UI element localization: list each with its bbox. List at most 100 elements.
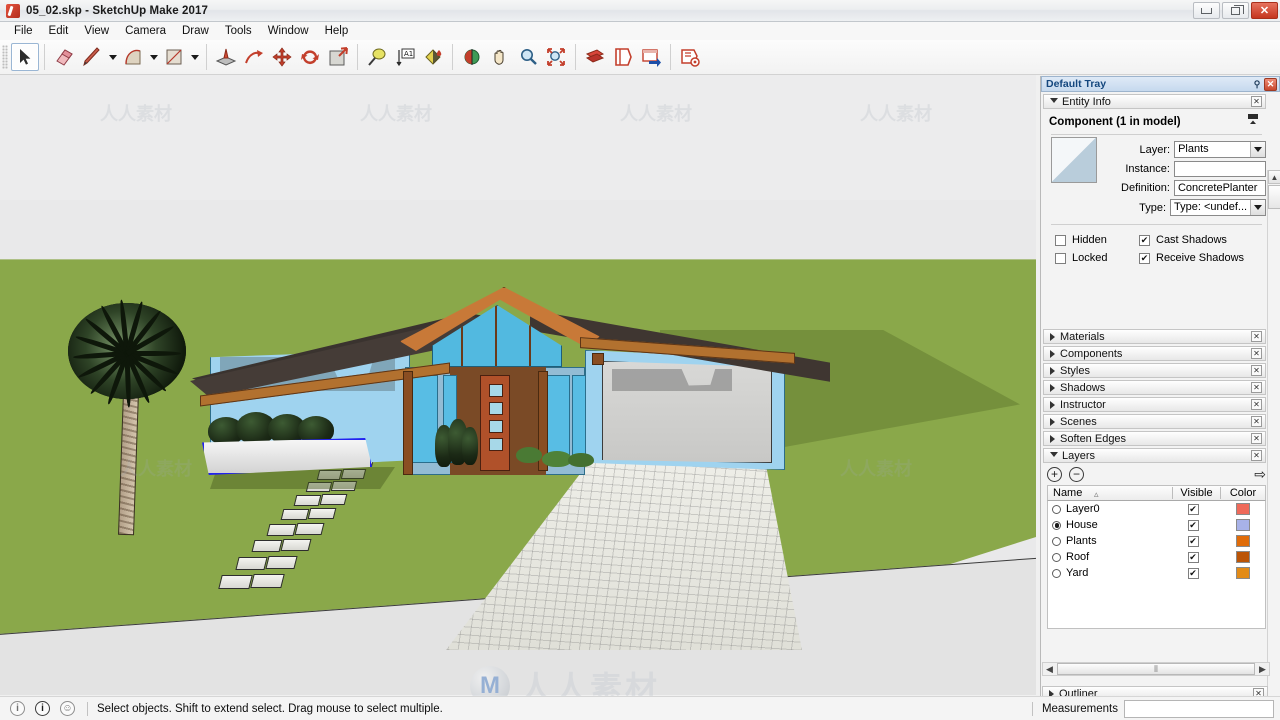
hscroll-left-arrow[interactable]: ◀ xyxy=(1043,664,1056,675)
dimension-tool[interactable]: A1 xyxy=(391,43,419,71)
panel-shadows[interactable]: Shadows ✕ xyxy=(1043,380,1266,395)
cast-shadows-checkbox-box[interactable]: ✔ xyxy=(1139,234,1150,246)
previous-view-button[interactable] xyxy=(581,43,609,71)
layer-color-swatch[interactable] xyxy=(1235,535,1250,547)
arc-tool[interactable] xyxy=(119,43,147,71)
hscroll-right-arrow[interactable]: ▶ xyxy=(1256,664,1269,675)
eraser-tool[interactable] xyxy=(50,43,78,71)
minimize-button[interactable] xyxy=(1193,2,1220,19)
followme-tool[interactable] xyxy=(240,43,268,71)
panel-shadows-close[interactable]: ✕ xyxy=(1251,382,1262,393)
menu-file[interactable]: File xyxy=(6,23,41,39)
menu-draw[interactable]: Draw xyxy=(174,23,217,39)
chevron-down-icon[interactable] xyxy=(1250,200,1265,215)
layer-color-swatch[interactable] xyxy=(1235,519,1250,531)
checkbox-locked[interactable]: Locked xyxy=(1055,249,1139,267)
panel-components-close[interactable]: ✕ xyxy=(1251,348,1262,359)
chevron-down-icon[interactable] xyxy=(1250,142,1265,157)
scale-tool[interactable] xyxy=(324,43,352,71)
layer-visible-checkbox[interactable]: ✔ xyxy=(1187,519,1199,531)
layer-row-layer0[interactable]: Layer0 ✔ xyxy=(1048,501,1265,517)
paint-bucket-tool[interactable] xyxy=(419,43,447,71)
menu-edit[interactable]: Edit xyxy=(41,23,77,39)
orbit-tool[interactable] xyxy=(458,43,486,71)
layer-visible-checkbox[interactable]: ✔ xyxy=(1187,535,1199,547)
toolbar-grip[interactable] xyxy=(2,45,8,69)
zoom-extents-tool[interactable] xyxy=(542,43,570,71)
layers-hscrollbar[interactable]: ◀ ⦀ ▶ xyxy=(1042,662,1270,676)
info-circle-icon[interactable]: i xyxy=(10,701,25,716)
add-layer-button[interactable]: + xyxy=(1047,466,1062,482)
panel-layers[interactable]: Layers ✕ xyxy=(1043,448,1266,463)
pin-icon[interactable]: ⚲ xyxy=(1250,78,1264,91)
menu-help[interactable]: Help xyxy=(317,23,357,39)
panel-styles[interactable]: Styles ✕ xyxy=(1043,363,1266,378)
move-tool[interactable] xyxy=(268,43,296,71)
locked-checkbox-box[interactable] xyxy=(1055,252,1066,264)
panel-soften-edges-close[interactable]: ✕ xyxy=(1251,433,1262,444)
panel-entity-info[interactable]: Entity Info ✕ xyxy=(1043,94,1266,109)
line-tool-dropdown[interactable] xyxy=(106,43,119,71)
layer-radio[interactable] xyxy=(1052,504,1061,514)
layer-color-swatch[interactable] xyxy=(1235,503,1250,515)
layer-combo[interactable]: Plants xyxy=(1174,141,1266,158)
model-info-button[interactable] xyxy=(676,43,704,71)
panel-styles-close[interactable]: ✕ xyxy=(1251,365,1262,376)
panel-entity-info-close[interactable]: ✕ xyxy=(1251,96,1262,107)
layers-col-color[interactable]: Color xyxy=(1220,487,1265,499)
layer-row-plants[interactable]: Plants ✔ xyxy=(1048,533,1265,549)
hidden-checkbox-box[interactable] xyxy=(1055,234,1066,246)
panel-materials-close[interactable]: ✕ xyxy=(1251,331,1262,342)
rectangle-tool[interactable] xyxy=(160,43,188,71)
person-circle-icon[interactable]: ☺ xyxy=(60,701,75,716)
layer-radio[interactable] xyxy=(1052,520,1061,530)
panel-scenes-close[interactable]: ✕ xyxy=(1251,416,1262,427)
menu-tools[interactable]: Tools xyxy=(217,23,260,39)
layer-radio[interactable] xyxy=(1052,552,1061,562)
receive-shadows-checkbox-box[interactable]: ✔ xyxy=(1139,252,1150,264)
scroll-up-arrow[interactable]: ▲ xyxy=(1268,170,1280,184)
layer-row-house[interactable]: House ✔ xyxy=(1048,517,1265,533)
layers-list[interactable]: Layer0 ✔ House ✔ Plants ✔ Roof ✔ Yard ✔ xyxy=(1047,501,1266,629)
panel-instructor[interactable]: Instructor ✕ xyxy=(1043,397,1266,412)
arc-tool-dropdown[interactable] xyxy=(147,43,160,71)
menu-camera[interactable]: Camera xyxy=(117,23,174,39)
layers-col-visible[interactable]: Visible xyxy=(1172,487,1220,499)
maximize-button[interactable] xyxy=(1222,2,1249,19)
tray-close-button[interactable]: ✕ xyxy=(1264,77,1277,91)
layer-color-swatch[interactable] xyxy=(1235,567,1250,579)
panel-instructor-close[interactable]: ✕ xyxy=(1251,399,1262,410)
panel-soften-edges[interactable]: Soften Edges ✕ xyxy=(1043,431,1266,446)
pan-tool[interactable] xyxy=(486,43,514,71)
layer-visible-checkbox[interactable]: ✔ xyxy=(1187,567,1199,579)
panel-layers-close[interactable]: ✕ xyxy=(1251,450,1262,461)
layer-radio[interactable] xyxy=(1052,568,1061,578)
scroll-thumb[interactable] xyxy=(1268,185,1280,209)
add-scene-button[interactable] xyxy=(637,43,665,71)
rotate-tool[interactable] xyxy=(296,43,324,71)
layer-radio[interactable] xyxy=(1052,536,1061,546)
pushpull-tool[interactable] xyxy=(212,43,240,71)
remove-layer-button[interactable]: − xyxy=(1069,466,1084,482)
select-tool[interactable] xyxy=(11,43,39,71)
menu-window[interactable]: Window xyxy=(260,23,317,39)
layer-row-yard[interactable]: Yard ✔ xyxy=(1048,565,1265,581)
tray-scrollbar[interactable]: ▲ ▼ xyxy=(1267,170,1280,720)
panel-scenes[interactable]: Scenes ✕ xyxy=(1043,414,1266,429)
expand-details-icon[interactable] xyxy=(1246,112,1260,126)
panel-components[interactable]: Components ✕ xyxy=(1043,346,1266,361)
model-viewport[interactable]: 人人素材 人人素材 人人素材 人人素材 人人素材 人人素材 xyxy=(0,75,1036,695)
checkbox-cast-shadows[interactable]: ✔ Cast Shadows xyxy=(1139,231,1244,249)
type-combo[interactable]: Type: <undef... xyxy=(1170,199,1266,216)
checkbox-receive-shadows[interactable]: ✔ Receive Shadows xyxy=(1139,249,1244,267)
instance-input[interactable] xyxy=(1173,161,1266,177)
layer-color-swatch[interactable] xyxy=(1235,551,1250,563)
layer-visible-checkbox[interactable]: ✔ xyxy=(1187,503,1199,515)
layer-details-arrow-icon[interactable]: ⇨ xyxy=(1254,466,1266,483)
zoom-tool[interactable] xyxy=(514,43,542,71)
layer-visible-checkbox[interactable]: ✔ xyxy=(1187,551,1199,563)
definition-input[interactable]: ConcretePlanter xyxy=(1173,180,1266,196)
checkbox-hidden[interactable]: Hidden xyxy=(1055,231,1139,249)
panel-materials[interactable]: Materials ✕ xyxy=(1043,329,1266,344)
close-button[interactable]: ✕ xyxy=(1251,2,1278,19)
